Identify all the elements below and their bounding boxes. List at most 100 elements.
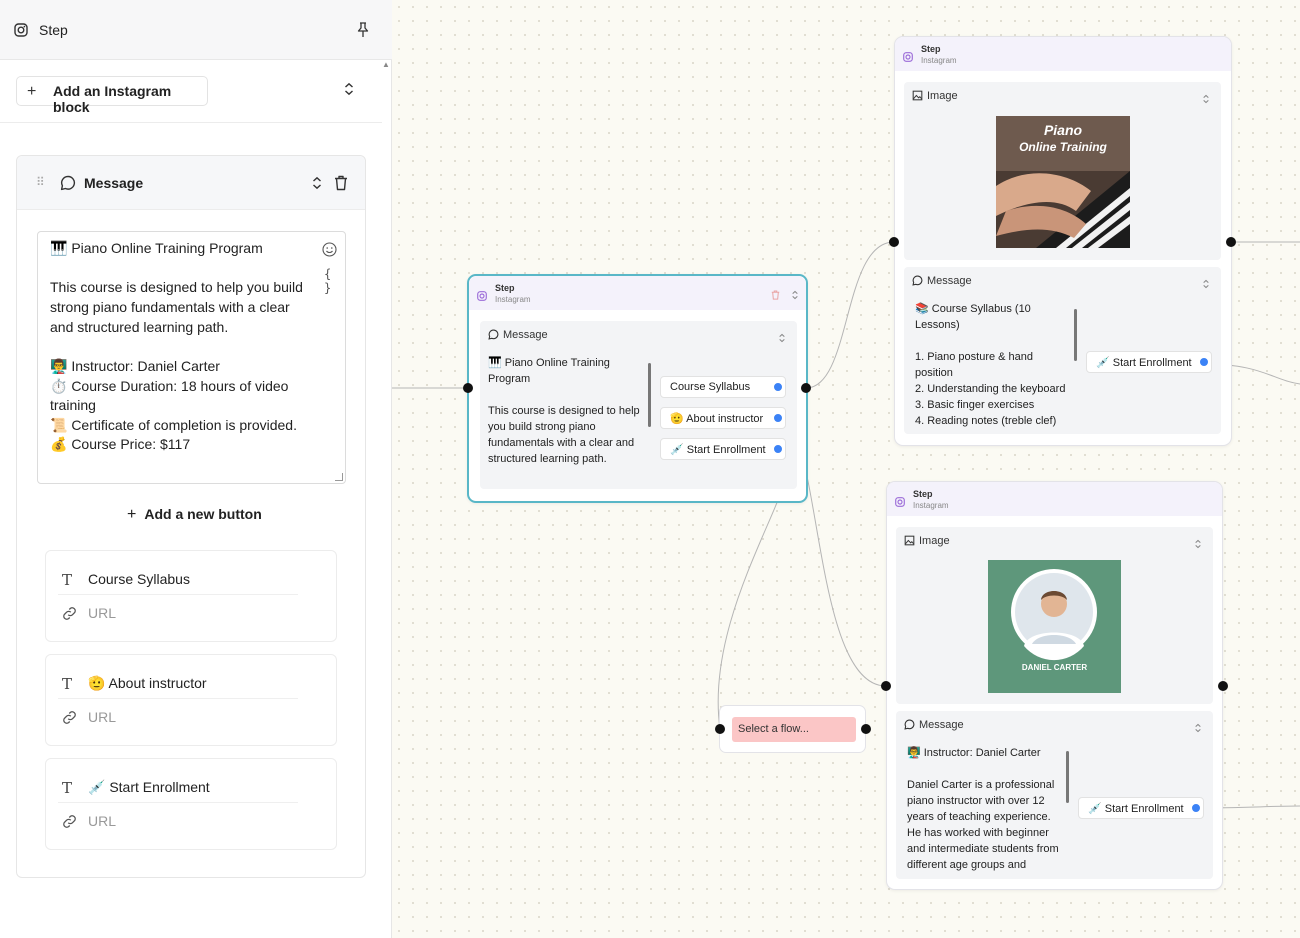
chip-label: Course Syllabus (670, 381, 751, 393)
output-handle[interactable] (773, 382, 783, 392)
scrollbar[interactable] (648, 363, 651, 427)
output-handle[interactable] (1199, 357, 1209, 367)
scrollbar[interactable] (1074, 309, 1077, 361)
node-title: Step (913, 489, 933, 499)
grip-icon[interactable]: ⠿ (36, 175, 45, 189)
chip-label: 🫡 About instructor (670, 413, 764, 425)
section-label: Message (919, 719, 964, 731)
image-caption: DANIEL CARTER (1021, 663, 1088, 672)
preview-line: 📚 Course Syllabus (10 (915, 303, 1031, 315)
textarea-line: This course is designed to help you buil… (50, 279, 303, 295)
preview-line: and intermediate students from (907, 843, 1059, 855)
output-handle[interactable] (773, 444, 783, 454)
input-handle[interactable] (881, 681, 891, 691)
textarea-line: and structured learning path. (50, 319, 229, 335)
node-title: Step (495, 283, 515, 293)
image-icon (904, 535, 915, 546)
message-textarea[interactable]: 🎹 Piano Online Training Program This cou… (37, 231, 346, 484)
chip-label: 💉 Start Enrollment (670, 444, 766, 456)
step-node-main[interactable]: Step Instagram Message 🎹 Piano Online Tr… (467, 274, 808, 503)
preview-line: years of teaching experience. (907, 811, 1051, 823)
section-label: Message (927, 275, 972, 287)
add-new-button[interactable]: + Add a new button (127, 506, 262, 524)
chevron-up-down-icon[interactable] (1202, 91, 1210, 109)
flow-select-node[interactable]: Select a flow... (719, 705, 866, 753)
node-button-chip[interactable]: 💉 Start Enrollment (660, 438, 786, 460)
button-label-field[interactable]: T 🫡 About instructor (58, 667, 298, 699)
chip-label: 💉 Start Enrollment (1096, 357, 1192, 369)
pin-icon[interactable] (356, 22, 370, 43)
node-button-chip[interactable]: 🫡 About instructor (660, 407, 786, 429)
input-handle[interactable] (715, 724, 725, 734)
add-block-label: Add an Instagram block (53, 83, 172, 115)
message-bubble-icon (904, 719, 915, 730)
chevron-up-down-icon[interactable] (343, 82, 355, 101)
link-icon (62, 814, 77, 834)
button-label-value: 💉 Start Enrollment (88, 779, 210, 795)
button-url-field[interactable]: URL (58, 701, 298, 733)
textarea-line: strong piano fundamentals with a clear (50, 299, 290, 315)
section-header: Message (488, 329, 548, 341)
add-instagram-block-button[interactable]: + Add an Instagram block (16, 76, 208, 115)
url-placeholder: URL (88, 813, 117, 829)
preview-line: This course is designed to help (488, 405, 640, 417)
instagram-icon (14, 23, 28, 42)
image-overlay-text: Online Training (1019, 140, 1107, 154)
preview-line: 4. Reading notes (treble clef) (915, 415, 1057, 427)
chevron-up-down-icon[interactable] (1202, 276, 1210, 294)
textarea-line: training (50, 397, 96, 413)
link-icon (62, 710, 77, 730)
output-handle[interactable] (801, 383, 811, 393)
chevron-up-down-icon[interactable] (311, 176, 323, 195)
output-handle[interactable] (773, 413, 783, 423)
plus-icon: + (27, 83, 37, 100)
section-label: Image (919, 535, 950, 547)
text-icon: T (62, 779, 73, 797)
resize-handle[interactable] (335, 473, 343, 481)
flow-select-dropdown[interactable]: Select a flow... (732, 717, 856, 742)
output-handle[interactable] (861, 724, 871, 734)
output-handle[interactable] (1226, 237, 1236, 247)
button-config-card: T Course Syllabus URL (45, 550, 337, 642)
preview-line: fundamentals with a clear and (488, 437, 635, 449)
button-label-field[interactable]: T 💉 Start Enrollment (58, 771, 298, 803)
button-label-value: Course Syllabus (88, 571, 190, 587)
chevron-up-down-icon[interactable] (1194, 536, 1202, 554)
section-header: Message (904, 719, 964, 731)
plus-icon: + (127, 506, 137, 523)
chevron-up-down-icon[interactable] (791, 287, 799, 305)
button-url-field[interactable]: URL (58, 597, 298, 629)
image-overlay-text: Piano (1043, 122, 1083, 138)
preview-line (915, 333, 1075, 349)
button-url-field[interactable]: URL (58, 805, 298, 837)
scroll-up-arrow[interactable]: ▲ (382, 60, 390, 69)
node-button-chip[interactable]: Course Syllabus (660, 376, 786, 398)
instructor-portrait (1011, 569, 1097, 661)
text-icon: T (62, 571, 73, 589)
button-label-field[interactable]: T Course Syllabus (58, 563, 298, 595)
input-handle[interactable] (463, 383, 473, 393)
trash-icon[interactable] (771, 287, 780, 305)
section-label: Message (503, 329, 548, 341)
scrollbar[interactable] (1066, 751, 1069, 803)
panel-title: Step (39, 22, 68, 38)
instructor-image: DANIEL CARTER (988, 560, 1121, 693)
instagram-icon (903, 49, 913, 67)
message-preview: 📚 Course Syllabus (10 Lessons) 1. Piano … (915, 301, 1075, 429)
node-button-chip[interactable]: 💉 Start Enrollment (1086, 351, 1212, 373)
trash-icon[interactable] (334, 175, 348, 196)
input-handle[interactable] (889, 237, 899, 247)
node-button-chip[interactable]: 💉 Start Enrollment (1078, 797, 1204, 819)
chevron-up-down-icon[interactable] (778, 330, 786, 348)
message-block-header: ⠿ Message (17, 156, 365, 210)
output-handle[interactable] (1218, 681, 1228, 691)
message-section: Message 👨‍🏫 Instructor: Daniel Carter Da… (896, 711, 1213, 879)
emoji-icon[interactable] (322, 242, 337, 262)
chevron-up-down-icon[interactable] (1194, 720, 1202, 738)
message-block-label: Message (84, 175, 144, 191)
output-handle[interactable] (1191, 803, 1201, 813)
textarea-line: ⏱️ Course Duration: 18 hours of video (50, 378, 289, 394)
flow-canvas[interactable]: Step Instagram Message 🎹 Piano Online Tr… (392, 0, 1300, 938)
preview-line: Program (488, 373, 531, 385)
braces-icon[interactable]: { } (324, 267, 345, 295)
